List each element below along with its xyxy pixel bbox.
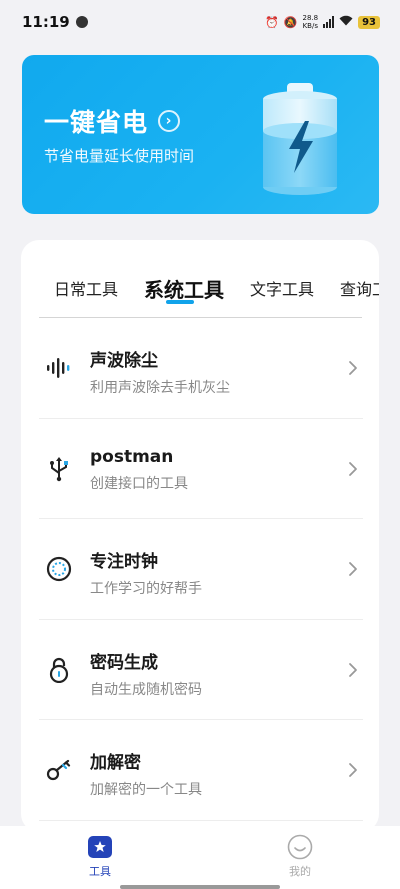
battery-illustration-icon [263,83,337,195]
tools-card: 日常工具 系统工具 文字工具 查询工具 声波除尘 利用声波除去手机灰尘 [21,240,379,832]
key-icon [45,756,73,784]
alarm-icon: ⏰ [265,15,279,29]
lock-icon [45,656,73,684]
tool-item-postman[interactable]: postman 创建接口的工具 [21,419,379,520]
power-saving-banner[interactable]: 一键省电 › 节省电量延长使用时间 [22,55,379,214]
focus-timer-icon [45,555,73,583]
tool-item-encrypt-decrypt[interactable]: 加解密 加解密的一个工具 [21,720,379,821]
chevron-right-icon [349,361,357,375]
tool-name: postman [90,446,174,467]
notification-icon [75,16,88,28]
signal-icon [323,16,335,28]
tool-desc: 利用声波除去手机灰尘 [90,380,230,396]
tool-name: 专注时钟 [90,552,158,572]
profile-smile-icon [287,834,313,860]
nav-label: 我的 [289,865,311,878]
bottom-nav: 工具 我的 [0,826,400,889]
tool-name: 密码生成 [90,652,158,673]
tab-query-tools[interactable]: 查询工具 [340,276,379,300]
tool-desc: 工作学习的好帮手 [90,581,202,597]
wifi-icon [339,15,353,29]
status-bar: 11:19 ⏰ 🔕 28.8 KB/s 93 [0,0,400,44]
tool-desc: 创建接口的工具 [90,475,188,492]
network-speed: 28.8 KB/s [302,14,319,30]
status-time: 11:19 [22,13,70,31]
tab-system-tools[interactable]: 系统工具 [144,274,224,303]
chevron-right-icon [349,662,357,677]
chevron-right-icon [349,763,357,777]
nav-label: 工具 [89,865,111,878]
banner-title: 一键省电 › [44,103,181,139]
home-indicator[interactable] [120,885,280,889]
tool-item-password-generator[interactable]: 密码生成 自动生成随机密码 [21,620,379,721]
tool-item-focus-clock[interactable]: 专注时钟 工作学习的好帮手 [21,519,379,620]
tool-desc: 加解密的一个工具 [90,782,202,798]
nav-mine[interactable]: 我的 [270,834,330,879]
sound-wave-icon [45,354,73,382]
usb-icon [45,455,73,483]
tool-name: 加解密 [90,753,141,773]
category-tabs: 日常工具 系统工具 文字工具 查询工具 [21,268,379,308]
tool-name: 声波除尘 [90,351,158,371]
tool-item-sound-dust[interactable]: 声波除尘 利用声波除去手机灰尘 [21,318,379,419]
tool-desc: 自动生成随机密码 [90,681,202,698]
chevron-right-circle-icon: › [158,110,181,132]
tool-list: 声波除尘 利用声波除去手机灰尘 postman 创建接口的工具 专注时钟 工作学… [21,318,379,821]
chevron-right-icon [349,461,357,476]
chevron-right-icon [349,562,357,576]
battery-indicator: 93 [358,15,380,29]
mute-icon: 🔕 [283,15,298,29]
tab-text-tools[interactable]: 文字工具 [250,276,314,300]
active-tab-indicator [166,300,194,304]
banner-subtitle: 节省电量延长使用时间 [44,147,195,165]
tab-daily-tools[interactable]: 日常工具 [54,276,118,300]
nav-tools[interactable]: 工具 [70,834,130,879]
tools-tab-icon [88,836,112,858]
